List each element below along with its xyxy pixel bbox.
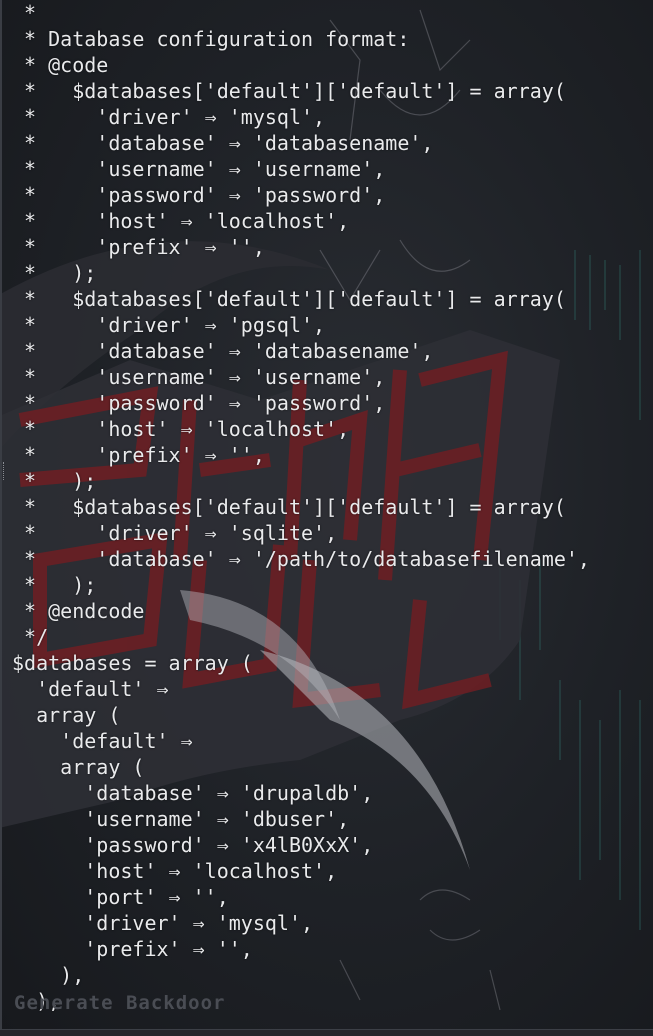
code-line: 'username' ⇒ 'dbuser',	[12, 807, 350, 831]
code-line: * 'password' ⇒ 'password',	[12, 183, 386, 207]
code-line: * Database configuration format:	[12, 27, 410, 51]
code-line: 'default' ⇒	[12, 677, 169, 701]
status-text: Generate Backdoor	[14, 992, 226, 1014]
code-line: * );	[12, 261, 97, 285]
code-line: * $databases['default']['default'] = arr…	[12, 79, 566, 103]
code-line: * @code	[12, 53, 109, 77]
code-line: 'driver' ⇒ 'mysql',	[12, 911, 314, 935]
code-line: * 'host' ⇒ 'localhost',	[12, 417, 350, 441]
code-line: array (	[12, 755, 145, 779]
terminal-window[interactable]: * * Database configuration format: * @co…	[0, 0, 653, 1036]
code-line: * 'driver' ⇒ 'sqlite',	[12, 521, 338, 545]
code-line: * 'host' ⇒ 'localhost',	[12, 209, 350, 233]
code-line: * 'prefix' ⇒ '',	[12, 443, 265, 467]
resize-grip[interactable]	[3, 462, 6, 480]
code-line: * 'driver' ⇒ 'pgsql',	[12, 313, 326, 337]
code-line: * 'prefix' ⇒ '',	[12, 235, 265, 259]
code-line: * 'username' ⇒ 'username',	[12, 157, 386, 181]
code-line: * 'database' ⇒ 'databasename',	[12, 339, 434, 363]
bottom-bar	[0, 1030, 653, 1036]
code-line: * 'database' ⇒ '/path/to/databasefilenam…	[12, 547, 590, 571]
code-line: * );	[12, 469, 97, 493]
code-line: * 'database' ⇒ 'databasename',	[12, 131, 434, 155]
code-line: * $databases['default']['default'] = arr…	[12, 495, 566, 519]
code-line: */	[12, 625, 49, 649]
code-line: *	[12, 1, 37, 25]
code-line: 'host' ⇒ 'localhost',	[12, 859, 338, 883]
window-left-border	[0, 0, 2, 1036]
code-line: 'password' ⇒ 'x4lB0XxX',	[12, 833, 374, 857]
code-line: * 'driver' ⇒ 'mysql',	[12, 105, 326, 129]
code-line: * );	[12, 573, 97, 597]
code-line: 'prefix' ⇒ '',	[12, 937, 253, 961]
code-line: * 'password' ⇒ 'password',	[12, 391, 386, 415]
code-line: array (	[12, 703, 121, 727]
code-view[interactable]: * * Database configuration format: * @co…	[12, 0, 590, 1014]
code-line: 'port' ⇒ '',	[12, 885, 229, 909]
code-line: * @endcode	[12, 599, 145, 623]
code-line: $databases = array (	[12, 651, 253, 675]
code-line: 'default' ⇒	[12, 729, 193, 753]
code-line: ),	[12, 963, 85, 987]
code-line: * $databases['default']['default'] = arr…	[12, 287, 566, 311]
code-line: * 'username' ⇒ 'username',	[12, 365, 386, 389]
code-line: 'database' ⇒ 'drupaldb',	[12, 781, 374, 805]
